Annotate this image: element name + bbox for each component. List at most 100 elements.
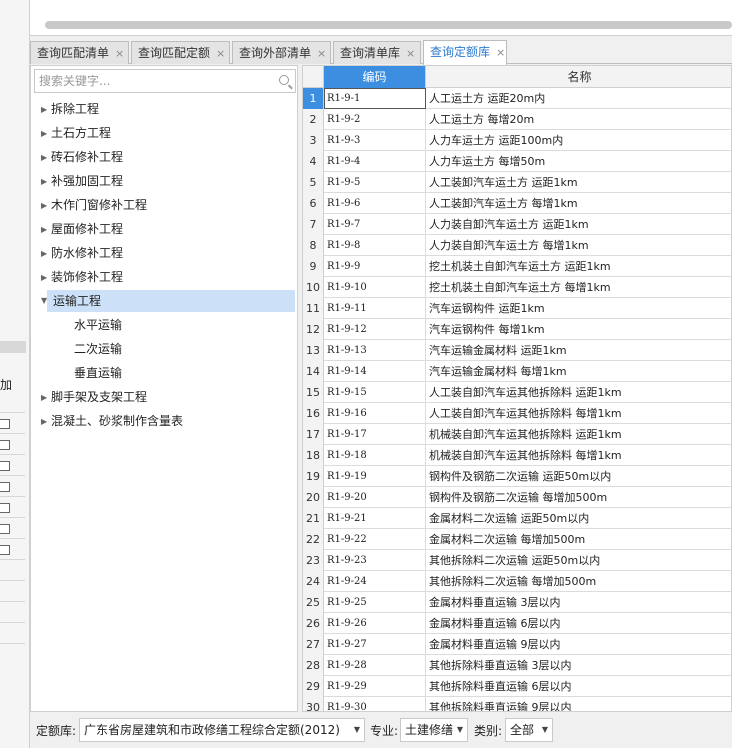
- cell-code[interactable]: R1-9-13: [324, 340, 426, 361]
- cell-code[interactable]: R1-9-16: [324, 403, 426, 424]
- tree-item[interactable]: ▶ 装饰修补工程: [41, 266, 123, 288]
- table-row[interactable]: 15 R1-9-15 人工装自卸汽车运其他拆除料 运距1km: [303, 382, 731, 403]
- cell-code[interactable]: R1-9-15: [324, 382, 426, 403]
- table-row[interactable]: 2 R1-9-2 人工运土方 每增20m: [303, 109, 731, 130]
- collapse-arrow-icon[interactable]: ▶: [41, 195, 51, 217]
- cell-name[interactable]: 人工运土方 每增20m: [426, 109, 731, 130]
- cell-name[interactable]: 人力车运土方 运距100m内: [426, 130, 731, 151]
- row-number[interactable]: 12: [303, 319, 324, 340]
- row-number[interactable]: 4: [303, 151, 324, 172]
- cell-code[interactable]: R1-9-1: [324, 88, 426, 109]
- tree-item[interactable]: 水平运输: [74, 314, 122, 336]
- cell-name[interactable]: 人力装自卸汽车运土方 运距1km: [426, 214, 731, 235]
- cell-code[interactable]: R1-9-6: [324, 193, 426, 214]
- cell-code[interactable]: R1-9-12: [324, 319, 426, 340]
- row-number[interactable]: 10: [303, 277, 324, 298]
- table-row[interactable]: 16 R1-9-16 人工装自卸汽车运其他拆除料 每增1km: [303, 403, 731, 424]
- cell-code[interactable]: R1-9-7: [324, 214, 426, 235]
- close-icon[interactable]: ×: [496, 46, 505, 59]
- close-icon[interactable]: ×: [317, 47, 326, 60]
- cell-name[interactable]: 机械装自卸汽车运其他拆除料 运距1km: [426, 424, 731, 445]
- cell-code[interactable]: R1-9-23: [324, 550, 426, 571]
- cell-code[interactable]: R1-9-17: [324, 424, 426, 445]
- row-checkbox[interactable]: [0, 419, 10, 429]
- cell-code[interactable]: R1-9-19: [324, 466, 426, 487]
- cell-name[interactable]: 人工运土方 运距20m内: [426, 88, 731, 109]
- table-row[interactable]: 8 R1-9-8 人力装自卸汽车运土方 每增1km: [303, 235, 731, 256]
- tree-item[interactable]: ▶ 补强加固工程: [41, 170, 123, 192]
- close-icon[interactable]: ×: [216, 47, 225, 60]
- row-number[interactable]: 30: [303, 697, 324, 711]
- row-number[interactable]: 26: [303, 613, 324, 634]
- expand-arrow-icon[interactable]: ▼: [41, 290, 51, 312]
- cell-name[interactable]: 挖土机装土自卸汽车运土方 每增1km: [426, 277, 731, 298]
- table-row[interactable]: 20 R1-9-20 钢构件及钢筋二次运输 每增加500m: [303, 487, 731, 508]
- tree-item[interactable]: ▶ 混凝土、砂浆制作含量表: [41, 410, 183, 432]
- cell-name[interactable]: 其他拆除料二次运输 运距50m以内: [426, 550, 731, 571]
- cell-code[interactable]: R1-9-3: [324, 130, 426, 151]
- tab-2[interactable]: 查询匹配定额 ×: [131, 41, 230, 64]
- row-number[interactable]: 15: [303, 382, 324, 403]
- table-row[interactable]: 4 R1-9-4 人力车运土方 每增50m: [303, 151, 731, 172]
- cell-code[interactable]: R1-9-11: [324, 298, 426, 319]
- row-number[interactable]: 14: [303, 361, 324, 382]
- column-header-name[interactable]: 名称: [426, 66, 731, 88]
- cell-name[interactable]: 钢构件及钢筋二次运输 每增加500m: [426, 487, 731, 508]
- cell-code[interactable]: R1-9-8: [324, 235, 426, 256]
- row-number[interactable]: 11: [303, 298, 324, 319]
- cell-code[interactable]: R1-9-25: [324, 592, 426, 613]
- row-number[interactable]: 20: [303, 487, 324, 508]
- cell-code[interactable]: R1-9-18: [324, 445, 426, 466]
- cell-name[interactable]: 钢构件及钢筋二次运输 运距50m以内: [426, 466, 731, 487]
- cell-code[interactable]: R1-9-2: [324, 109, 426, 130]
- collapse-arrow-icon[interactable]: ▶: [41, 99, 51, 121]
- cell-name[interactable]: 金属材料垂直运输 3层以内: [426, 592, 731, 613]
- tree-item[interactable]: ▶ 木作门窗修补工程: [41, 194, 147, 216]
- table-row[interactable]: 29 R1-9-29 其他拆除料垂直运输 6层以内: [303, 676, 731, 697]
- cell-name[interactable]: 汽车运输金属材料 运距1km: [426, 340, 731, 361]
- row-number[interactable]: 23: [303, 550, 324, 571]
- row-number[interactable]: 24: [303, 571, 324, 592]
- tree-item[interactable]: ▶ 防水修补工程: [41, 242, 123, 264]
- cell-name[interactable]: 其他拆除料二次运输 每增加500m: [426, 571, 731, 592]
- row-checkbox[interactable]: [0, 482, 10, 492]
- cell-name[interactable]: 其他拆除料垂直运输 3层以内: [426, 655, 731, 676]
- table-row[interactable]: 5 R1-9-5 人工装卸汽车运土方 运距1km: [303, 172, 731, 193]
- tree-item[interactable]: ▶ 脚手架及支架工程: [41, 386, 147, 408]
- tree-item[interactable]: ▶ 土石方工程: [41, 122, 111, 144]
- table-row[interactable]: 27 R1-9-27 金属材料垂直运输 9层以内: [303, 634, 731, 655]
- cell-name[interactable]: 汽车运输金属材料 每增1km: [426, 361, 731, 382]
- cell-name[interactable]: 金属材料二次运输 每增加500m: [426, 529, 731, 550]
- row-number[interactable]: 25: [303, 592, 324, 613]
- table-row[interactable]: 9 R1-9-9 挖土机装土自卸汽车运土方 运距1km: [303, 256, 731, 277]
- row-number[interactable]: 2: [303, 109, 324, 130]
- cell-code[interactable]: R1-9-30: [324, 697, 426, 711]
- row-number[interactable]: 27: [303, 634, 324, 655]
- close-icon[interactable]: ×: [115, 47, 124, 60]
- collapse-arrow-icon[interactable]: ▶: [41, 171, 51, 193]
- tab-1[interactable]: 查询匹配清单 ×: [30, 41, 129, 64]
- row-checkbox[interactable]: [0, 461, 10, 471]
- cell-name[interactable]: 挖土机装土自卸汽车运土方 运距1km: [426, 256, 731, 277]
- table-row[interactable]: 18 R1-9-18 机械装自卸汽车运其他拆除料 每增1km: [303, 445, 731, 466]
- major-select[interactable]: 土建修缮 ▼: [400, 718, 468, 742]
- tree-item[interactable]: ▼ 运输工程: [41, 290, 295, 312]
- table-row[interactable]: 7 R1-9-7 人力装自卸汽车运土方 运距1km: [303, 214, 731, 235]
- cell-name[interactable]: 汽车运钢构件 每增1km: [426, 319, 731, 340]
- row-number[interactable]: 9: [303, 256, 324, 277]
- category-select[interactable]: 全部 ▼: [505, 718, 553, 742]
- cell-code[interactable]: R1-9-4: [324, 151, 426, 172]
- cell-code[interactable]: R1-9-22: [324, 529, 426, 550]
- cell-name[interactable]: 人力装自卸汽车运土方 每增1km: [426, 235, 731, 256]
- cell-name[interactable]: 汽车运钢构件 运距1km: [426, 298, 731, 319]
- cell-code[interactable]: R1-9-14: [324, 361, 426, 382]
- cell-name[interactable]: 人工装自卸汽车运其他拆除料 运距1km: [426, 382, 731, 403]
- cell-name[interactable]: 人力车运土方 每增50m: [426, 151, 731, 172]
- cell-name[interactable]: 人工装卸汽车运土方 每增1km: [426, 193, 731, 214]
- cell-code[interactable]: R1-9-5: [324, 172, 426, 193]
- search-icon[interactable]: [279, 75, 289, 85]
- horizontal-scrollbar[interactable]: [45, 21, 732, 29]
- table-row[interactable]: 14 R1-9-14 汽车运输金属材料 每增1km: [303, 361, 731, 382]
- collapse-arrow-icon[interactable]: ▶: [41, 219, 51, 241]
- row-number[interactable]: 3: [303, 130, 324, 151]
